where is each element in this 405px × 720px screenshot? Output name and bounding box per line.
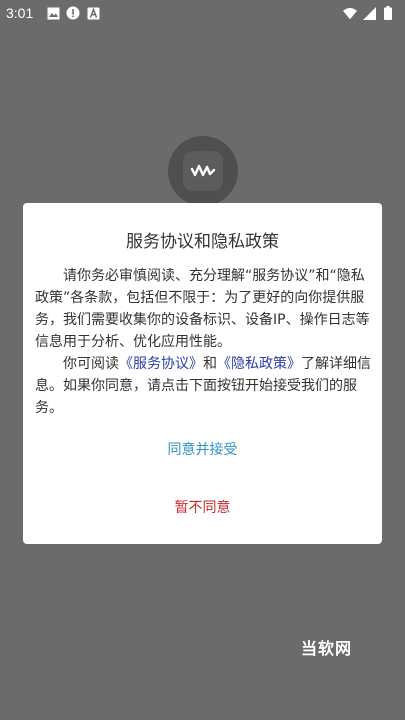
waveform-icon: [183, 151, 223, 191]
status-time: 3:01: [6, 5, 34, 21]
dialog-paragraph-1: 请你务必审慎阅读、充分理解“服务协议”和“隐私政策”各条款，包括但不限于：为了更…: [35, 268, 370, 350]
a-icon: [86, 6, 100, 20]
alert-icon: [66, 6, 80, 20]
image-icon: [46, 6, 60, 20]
app-logo: [168, 136, 238, 206]
decline-button[interactable]: 暂不同意: [23, 497, 382, 517]
privacy-policy-link[interactable]: 《隐私政策》: [217, 356, 301, 372]
paragraph-2-and: 和: [203, 356, 217, 372]
privacy-dialog: 服务协议和隐私政策 请你务必审慎阅读、充分理解“服务协议”和“隐私政策”各条款，…: [23, 203, 382, 544]
dialog-title: 服务协议和隐私政策: [126, 232, 279, 252]
wifi-icon: [343, 6, 357, 20]
accept-button[interactable]: 同意并接受: [23, 439, 382, 459]
battery-icon: [381, 6, 395, 20]
status-icons-right: [343, 6, 395, 20]
dialog-body: 请你务必审慎阅读、充分理解“服务协议”和“隐私政策”各条款，包括但不限于：为了更…: [35, 265, 371, 419]
paragraph-2-prefix: 你可阅读: [63, 356, 119, 372]
status-bar: 3:01: [0, 0, 405, 28]
dialog-paragraph-2: 你可阅读《服务协议》和《隐私政策》了解详细信息。如果你同意，请点击下面按钮开始接…: [35, 353, 371, 419]
status-icons-left: [46, 6, 100, 20]
service-agreement-link[interactable]: 《服务协议》: [119, 356, 203, 372]
watermark: 当软网: [301, 639, 353, 658]
signal-icon: [362, 6, 376, 20]
